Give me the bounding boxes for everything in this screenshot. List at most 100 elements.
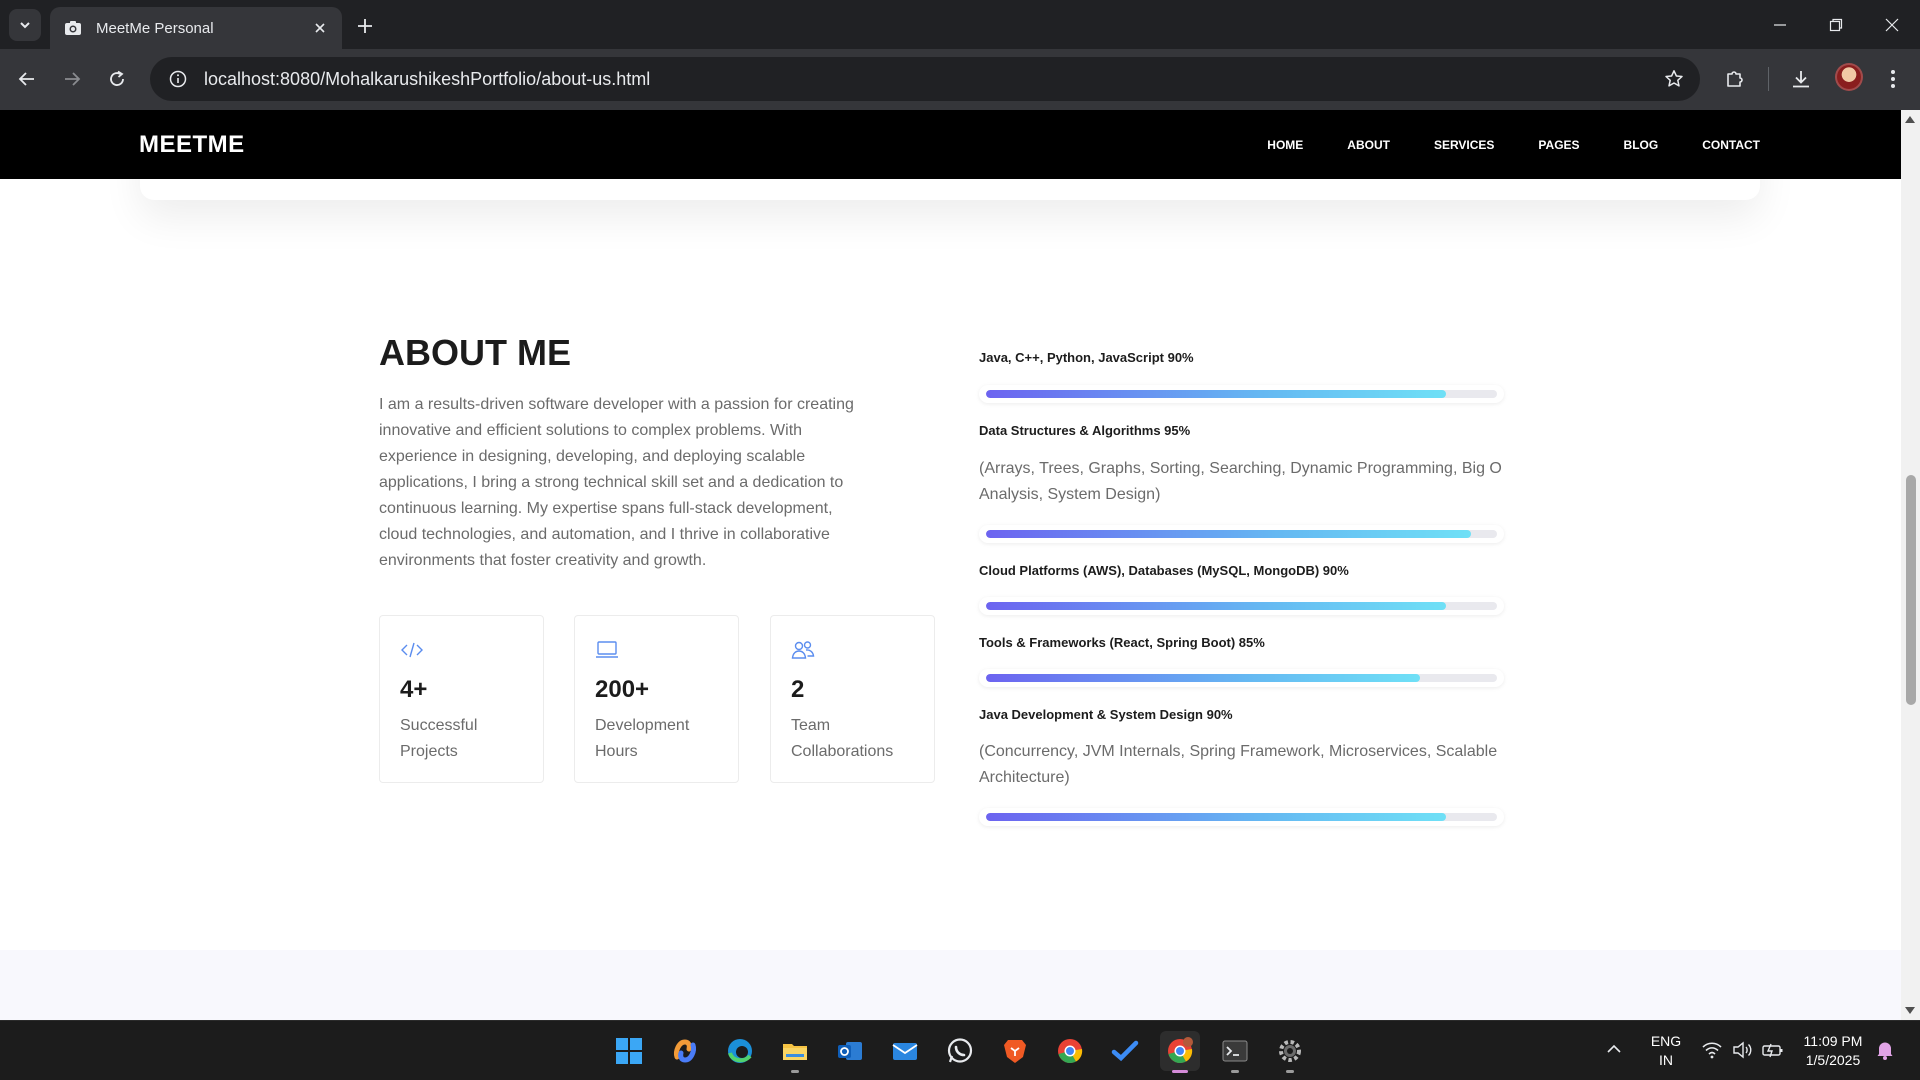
reload-icon <box>110 70 124 86</box>
clock[interactable]: 11:09 PM 1/5/2025 <box>1796 1032 1870 1070</box>
address-bar[interactable]: localhost:8080/MohalkarushikeshPortfolio… <box>150 57 1700 101</box>
gear-icon <box>1279 1040 1301 1062</box>
language-indicator[interactable]: ENG IN <box>1646 1032 1686 1070</box>
windows-taskbar: ENG IN 11:09 PM 1/5/2025 <box>0 1020 1920 1080</box>
nav-about[interactable]: ABOUT <box>1347 138 1390 152</box>
page-viewport: MEETME HOME ABOUT SERVICES PAGES BLOG CO… <box>0 110 1901 1020</box>
outlook-icon <box>838 1042 862 1060</box>
forward-button[interactable] <box>55 62 89 96</box>
chrome-icon <box>1058 1039 1083 1064</box>
skill-title: Java, C++, Python, JavaScript 90% <box>979 350 1194 365</box>
bookmark-star-icon[interactable] <box>1652 57 1696 101</box>
region-code: IN <box>1659 1052 1673 1068</box>
taskbar-outlook[interactable] <box>830 1031 870 1071</box>
taskbar-chrome-profile[interactable] <box>1160 1031 1200 1073</box>
scrollbar-thumb[interactable] <box>1906 475 1916 705</box>
minimize-icon <box>1774 23 1786 26</box>
site-logo[interactable]: MEETME <box>139 131 245 159</box>
whatsapp-icon <box>947 1038 973 1063</box>
skill-progress-bar <box>979 597 1504 615</box>
skill-title: Data Structures & Algorithms 95% <box>979 423 1191 438</box>
skill-progress-fill <box>986 530 1472 538</box>
close-tab-icon[interactable] <box>310 18 330 38</box>
copilot-icon <box>674 1039 696 1063</box>
laptop-icon <box>596 641 618 658</box>
tab-search-button[interactable] <box>9 9 41 41</box>
nav-contact[interactable]: CONTACT <box>1702 138 1760 152</box>
plus-icon <box>358 19 372 33</box>
taskbar-copilot[interactable] <box>665 1031 705 1071</box>
taskbar-whatsapp[interactable] <box>940 1031 980 1071</box>
notification-bell-icon[interactable] <box>1876 1040 1894 1065</box>
camera-icon <box>62 17 84 39</box>
taskbar-edge[interactable] <box>720 1031 760 1071</box>
puzzle-icon <box>1727 71 1743 87</box>
skill-title: Java Development & System Design 90% <box>979 707 1233 722</box>
nav-home[interactable]: HOME <box>1267 138 1303 152</box>
checkmark-icon <box>1111 1040 1139 1062</box>
terminal-icon <box>1222 1040 1248 1062</box>
volume-icon[interactable] <box>1732 1041 1752 1064</box>
taskbar-file-explorer[interactable] <box>775 1031 815 1073</box>
stat-label: Development Hours <box>595 717 690 760</box>
taskbar-todo[interactable] <box>1105 1031 1145 1071</box>
back-button[interactable] <box>10 62 44 96</box>
scroll-up-arrow-icon[interactable] <box>1905 116 1915 123</box>
clock-date: 1/5/2025 <box>1805 1052 1861 1068</box>
brave-icon <box>1004 1040 1026 1063</box>
team-icon <box>791 641 815 659</box>
skill-progress-bar <box>979 525 1504 543</box>
stat-number: 4+ <box>400 676 428 703</box>
url-text[interactable]: localhost:8080/MohalkarushikeshPortfolio… <box>204 69 1652 90</box>
site-info-icon[interactable] <box>156 57 200 101</box>
next-section-background <box>0 950 1901 1020</box>
about-title: ABOUT ME <box>379 332 571 373</box>
stat-number: 2 <box>791 676 805 703</box>
profile-avatar[interactable] <box>1835 63 1863 91</box>
browser-menu-button[interactable] <box>1876 62 1910 96</box>
start-button[interactable] <box>609 1031 649 1071</box>
taskbar-brave[interactable] <box>995 1031 1035 1071</box>
toolbar-separator <box>1768 67 1769 91</box>
wifi-icon[interactable] <box>1702 1041 1722 1064</box>
active-tab[interactable]: MeetMe Personal <box>50 7 342 49</box>
page-scrollbar[interactable] <box>1901 110 1920 1020</box>
taskbar-settings[interactable] <box>1270 1031 1310 1073</box>
skill-title: Cloud Platforms (AWS), Databases (MySQL,… <box>979 563 1349 578</box>
stat-card-hours: 200+ Development Hours <box>574 615 739 783</box>
mail-icon <box>892 1043 918 1060</box>
scroll-down-arrow-icon[interactable] <box>1905 1007 1915 1014</box>
restore-button[interactable] <box>1808 0 1864 49</box>
arrow-right-icon <box>65 72 81 86</box>
skill-progress-bar <box>979 669 1504 687</box>
extensions-button[interactable] <box>1718 62 1752 96</box>
arrow-left-icon <box>18 72 34 86</box>
nav-services[interactable]: SERVICES <box>1434 138 1494 152</box>
reload-button[interactable] <box>100 62 134 96</box>
skill-title: Tools & Frameworks (React, Spring Boot) … <box>979 635 1265 650</box>
nav-blog[interactable]: BLOG <box>1624 138 1659 152</box>
chrome-profile-icon <box>1168 1037 1193 1064</box>
show-hidden-icons-button[interactable] <box>1606 1041 1622 1062</box>
tab-title: MeetMe Personal <box>96 19 214 37</box>
taskbar-terminal[interactable] <box>1215 1031 1255 1073</box>
new-tab-button[interactable] <box>352 13 378 39</box>
skill-progress-bar <box>979 808 1504 826</box>
main-nav: HOME ABOUT SERVICES PAGES BLOG CONTACT <box>1267 110 1760 179</box>
more-vertical-icon <box>1891 70 1895 88</box>
minimize-button[interactable] <box>1752 0 1808 49</box>
stat-number: 200+ <box>595 676 650 703</box>
close-window-button[interactable] <box>1864 0 1920 49</box>
close-icon <box>1885 18 1899 31</box>
nav-pages[interactable]: PAGES <box>1538 138 1579 152</box>
chevron-up-icon <box>1607 1044 1621 1053</box>
taskbar-mail[interactable] <box>885 1031 925 1071</box>
skill-description: (Arrays, Trees, Graphs, Sorting, Searchi… <box>979 460 1502 503</box>
battery-icon[interactable] <box>1762 1041 1784 1064</box>
clock-time: 11:09 PM <box>1803 1033 1863 1049</box>
code-icon <box>401 642 423 658</box>
downloads-button[interactable] <box>1784 62 1818 96</box>
about-description: I am a results-driven software developer… <box>379 396 854 569</box>
edge-icon <box>728 1039 752 1063</box>
taskbar-chrome[interactable] <box>1050 1031 1090 1071</box>
